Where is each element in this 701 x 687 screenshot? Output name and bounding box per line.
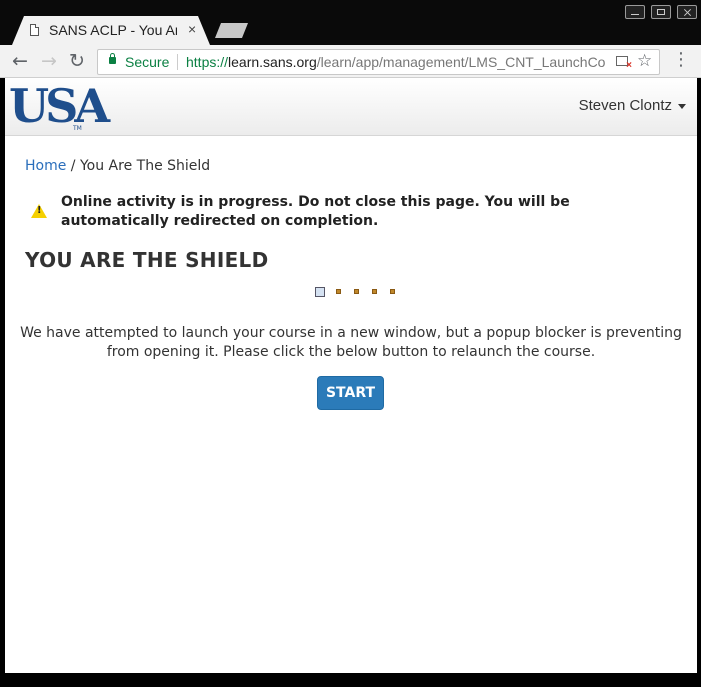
url-text[interactable]: https://learn.sans.org/learn/app/managem… [186,54,606,70]
alert-text: Online activity is in progress. Do not c… [61,194,570,229]
user-name: Steven Clontz [578,97,672,114]
start-button[interactable]: START [317,376,384,410]
forward-arrow-icon[interactable]: → [41,50,57,72]
logo-trademark: TM [73,125,82,132]
url-path: /learn/app/management/LMS_CNT_LaunchCour… [316,54,606,70]
lock-icon [109,53,116,64]
breadcrumb: Home / You Are The Shield [25,158,210,174]
loader-dot [372,289,377,294]
breadcrumb-current: You Are The Shield [79,158,211,174]
url-scheme: https:// [186,54,229,70]
browser-toolbar: ← → ↻ Secure https://learn.sans.org/lear… [0,45,701,78]
page-icon [30,24,39,36]
warning-icon [31,204,47,218]
reload-icon[interactable]: ↻ [69,50,85,72]
browser-menu-icon[interactable]: ⋮ [672,50,690,70]
popup-blocked-icon[interactable] [616,56,632,71]
new-tab-button[interactable] [215,23,248,38]
tab-close-icon[interactable]: × [188,21,196,37]
omnibox-divider [177,54,178,70]
minimize-button[interactable] [625,5,645,19]
breadcrumb-separator: / [66,158,80,174]
address-bar[interactable]: Secure https://learn.sans.org/learn/app/… [97,49,660,75]
url-host: learn.sans.org [228,54,317,70]
loader-dot [354,289,359,294]
page-title: YOU ARE THE SHIELD [25,248,269,272]
loading-indicator [315,287,397,297]
caret-down-icon [678,103,686,109]
popup-blocker-message: We have attempted to launch your course … [20,325,682,360]
window-controls [625,5,697,19]
back-arrow-icon[interactable]: ← [12,50,28,72]
browser-titlebar: SANS ACLP - You Are The Shield × [0,0,701,45]
page-viewport: USA TM Steven Clontz Home / You Are The … [5,78,697,673]
tab-title: SANS ACLP - You Are The Shield [49,22,175,38]
user-menu[interactable]: Steven Clontz [579,97,686,114]
window-close-button[interactable] [677,5,697,19]
site-header: USA TM Steven Clontz [5,78,697,136]
bookmark-star-icon[interactable]: ☆ [637,51,652,71]
maximize-button[interactable] [651,5,671,19]
secure-label: Secure [125,54,170,70]
loader-dot [315,287,325,297]
usa-logo[interactable]: USA [9,79,110,133]
loader-dot [390,289,395,294]
loader-dot [336,289,341,294]
browser-tab[interactable]: SANS ACLP - You Are The Shield × [12,16,210,45]
breadcrumb-home-link[interactable]: Home [25,158,66,174]
